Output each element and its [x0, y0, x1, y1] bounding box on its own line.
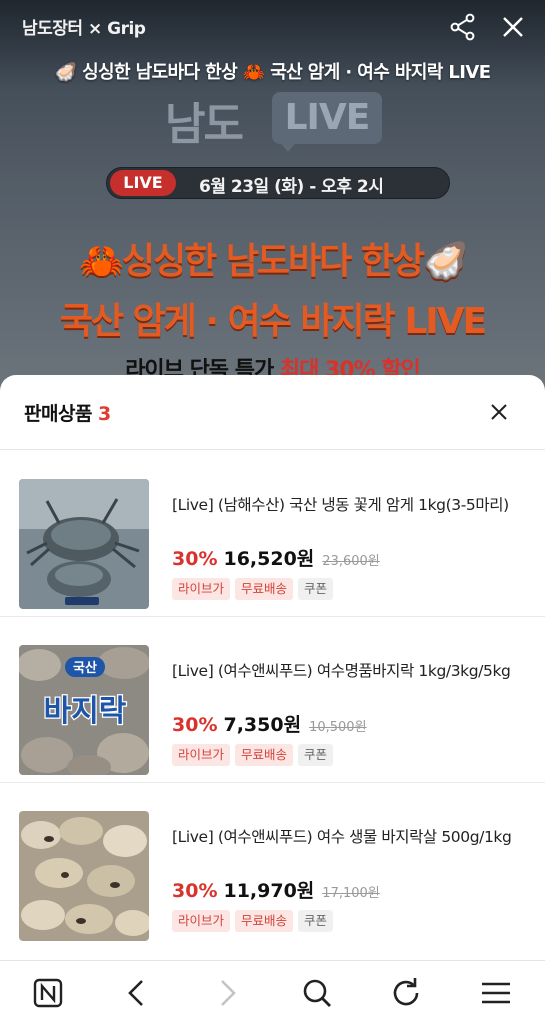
- clam-photo-image: 국산 바지락: [19, 645, 149, 775]
- banner-logo-tail: [278, 140, 298, 152]
- banner-logo-live: LIVE: [272, 92, 382, 144]
- product-name[interactable]: [Live] (여수앤씨푸드) 여수 생물 바지락살 500g/1kg: [172, 825, 527, 849]
- promo-headline-2: 국산 암게 · 여수 바지락 LIVE: [59, 301, 487, 342]
- banner-logo-text: 남도: [165, 99, 244, 150]
- product-count: 3: [98, 403, 111, 425]
- original-price: 17,100원: [322, 886, 380, 901]
- product-item-crab[interactable]: [Live] (남해수산) 국산 냉동 꽃게 암게 1kg(3-5마리) 30%…: [0, 451, 545, 617]
- sale-price: 11,970원: [223, 880, 315, 902]
- badge-free-shipping: 무료배송: [235, 744, 294, 766]
- share-button[interactable]: [448, 12, 478, 42]
- badge-free-shipping: 무료배송: [235, 910, 294, 932]
- oyster-emoji: 🦪: [423, 241, 468, 282]
- thumb-label-top: 국산: [73, 660, 97, 676]
- badge-free-shipping: 무료배송: [235, 578, 294, 600]
- live-badge: LIVE: [110, 170, 176, 196]
- price-row: 30% 16,520원 23,600원: [172, 544, 380, 571]
- broadcast-date-pill: LIVE 6월 23일 (화) - 오후 2시: [106, 167, 450, 199]
- badge-live-price: 라이브가: [172, 578, 231, 600]
- clam-meat-photo-image: [19, 811, 149, 941]
- discount-rate: 30%: [172, 880, 218, 902]
- refresh-button[interactable]: [386, 973, 426, 1013]
- oyster-emoji: 🦪: [54, 62, 77, 83]
- live-title: 🦪 싱싱한 남도바다 한상 🦀 국산 암게 · 여수 바지락 LIVE: [0, 58, 545, 84]
- badge-row: 라이브가 무료배송 쿠폰: [172, 910, 334, 932]
- badge-live-price: 라이브가: [172, 744, 231, 766]
- share-icon: [450, 13, 475, 41]
- refresh-icon: [393, 978, 419, 1006]
- brand-label: 남도장터 × Grip: [22, 19, 146, 39]
- broadcast-date: 6월 23일 (화) - 오후 2시: [199, 177, 384, 197]
- back-button[interactable]: [117, 973, 157, 1013]
- discount-rate: 30%: [172, 548, 218, 570]
- forward-icon: [221, 980, 236, 1006]
- search-icon: [303, 979, 331, 1007]
- search-button[interactable]: [297, 973, 337, 1013]
- live-video[interactable]: 남도장터 × Grip 🦪 싱싱한 남도바다 한상 🦀 국산 암게 · 여수 바…: [0, 0, 545, 395]
- menu-button[interactable]: [476, 973, 516, 1013]
- product-name[interactable]: [Live] (여수앤씨푸드) 여수명품바지락 1kg/3kg/5kg: [172, 659, 527, 683]
- menu-icon: [482, 982, 510, 1004]
- product-thumbnail-crab[interactable]: [19, 479, 149, 609]
- browser-toolbar: [0, 960, 545, 1024]
- badge-row: 라이브가 무료배송 쿠폰: [172, 744, 334, 766]
- promo-line1: 싱싱한 남도바다 한상: [121, 241, 425, 282]
- product-name[interactable]: [Live] (남해수산) 국산 냉동 꽃게 암게 1kg(3-5마리): [172, 493, 527, 517]
- top-bar: 남도장터 × Grip: [0, 0, 545, 52]
- product-item-clam[interactable]: 국산 바지락 [Live] (여수앤씨푸드) 여수명품바지락 1kg/3kg/5…: [0, 617, 545, 783]
- badge-coupon: 쿠폰: [298, 910, 334, 932]
- original-price: 10,500원: [309, 720, 367, 735]
- product-thumbnail-clam-meat[interactable]: [19, 811, 149, 941]
- promo-headline-1: 🦀싱싱한 남도바다 한상🦪: [0, 232, 545, 284]
- discount-rate: 30%: [172, 714, 218, 736]
- forward-button[interactable]: [207, 973, 247, 1013]
- live-title-part1: 싱싱한 남도바다 한상: [82, 62, 238, 83]
- naver-home-button[interactable]: [28, 973, 68, 1013]
- original-price: 23,600원: [322, 554, 380, 569]
- sheet-title: 판매상품 3: [24, 399, 111, 426]
- badge-live-price: 라이브가: [172, 910, 231, 932]
- price-row: 30% 7,350원 10,500원: [172, 710, 367, 737]
- sheet-header: 판매상품 3: [0, 375, 545, 450]
- close-video-button[interactable]: [498, 12, 528, 42]
- naver-home-icon: [33, 978, 63, 1008]
- live-title-part2: 국산 암게 · 여수 바지락 LIVE: [270, 62, 491, 83]
- sale-price: 7,350원: [223, 714, 302, 736]
- crab-emoji: 🦀: [79, 241, 124, 282]
- close-icon: [503, 17, 523, 37]
- close-icon: [491, 404, 507, 420]
- thumb-label-main: 바지락: [44, 694, 127, 729]
- crab-emoji: 🦀: [242, 62, 265, 83]
- badge-row: 라이브가 무료배송 쿠폰: [172, 578, 334, 600]
- price-row: 30% 11,970원 17,100원: [172, 876, 380, 903]
- sale-price: 16,520원: [223, 548, 315, 570]
- back-icon: [128, 980, 143, 1006]
- badge-coupon: 쿠폰: [298, 578, 334, 600]
- close-sheet-button[interactable]: [484, 397, 514, 427]
- product-item-clam-meat[interactable]: [Live] (여수앤씨푸드) 여수 생물 바지락살 500g/1kg 30% 1…: [0, 783, 545, 949]
- crab-photo-image: [19, 479, 149, 609]
- sheet-title-label: 판매상품: [24, 403, 92, 425]
- badge-coupon: 쿠폰: [298, 744, 334, 766]
- products-sheet: 판매상품 3 [Live] (남해수산) 국산 냉동 꽃게 암게 1kg(3-5…: [0, 375, 545, 960]
- product-thumbnail-clam[interactable]: 국산 바지락: [19, 645, 149, 775]
